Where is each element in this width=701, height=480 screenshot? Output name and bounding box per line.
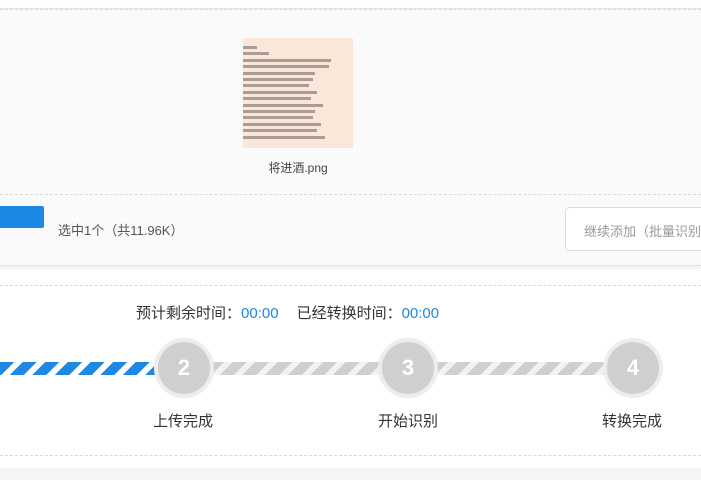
step-2-label: 上传完成 — [153, 413, 214, 430]
dashed-divider — [0, 9, 701, 10]
thumbnail-text-line — [243, 46, 257, 49]
remaining-time-value: 00:00 — [241, 305, 279, 322]
step-2-circle: 2 — [154, 338, 214, 398]
step-3-label: 开始识别 — [378, 413, 439, 430]
remaining-time-label: 预计剩余时间： — [136, 305, 242, 322]
thumbnail-text-line — [243, 103, 323, 107]
thumbnail-text-line — [243, 97, 311, 101]
thumbnail-text-line — [243, 110, 315, 113]
thumbnail-text-line — [243, 116, 313, 120]
bottom-strip — [0, 468, 701, 480]
thumbnail-text-line — [243, 58, 331, 62]
thumbnail-text-line — [243, 122, 321, 126]
progress-track-pending — [210, 362, 386, 375]
elapsed-time-value: 00:00 — [401, 305, 440, 322]
thumbnail-text-line — [243, 78, 313, 81]
thumbnail-text-line — [243, 52, 269, 56]
upload-progress-bar — [0, 206, 44, 228]
thumbnail-text-line — [243, 135, 325, 139]
dashed-divider — [0, 455, 701, 456]
thumbnail-text-line — [243, 84, 309, 88]
progress-track-done — [0, 362, 170, 375]
elapsed-time-label: 已经转换时间： — [296, 305, 402, 322]
dashed-divider — [0, 194, 701, 195]
thumbnail-text-line — [243, 65, 329, 69]
step-4-circle: 4 — [603, 338, 663, 398]
file-thumbnail[interactable] — [243, 38, 353, 148]
step-4-label: 转换完成 — [602, 413, 663, 430]
upload-panel: 将进酒.png 选中1个（共11.96K） 继续添加（批量识别 — [0, 9, 701, 266]
thumbnail-text-line — [243, 71, 315, 75]
progress-track-pending — [434, 362, 612, 375]
selected-count-text: 选中1个（共11.96K） — [58, 223, 184, 238]
step-3-circle: 3 — [378, 338, 438, 398]
thumbnail-text-line — [243, 90, 317, 94]
thumbnail-text-line — [243, 129, 317, 133]
file-name: 将进酒.png — [268, 161, 328, 175]
dashed-divider — [0, 285, 701, 286]
timer-row: 预计剩余时间：00:00 已经转换时间：00:00 — [136, 302, 439, 323]
continue-add-button[interactable]: 继续添加（批量识别 — [565, 207, 701, 251]
